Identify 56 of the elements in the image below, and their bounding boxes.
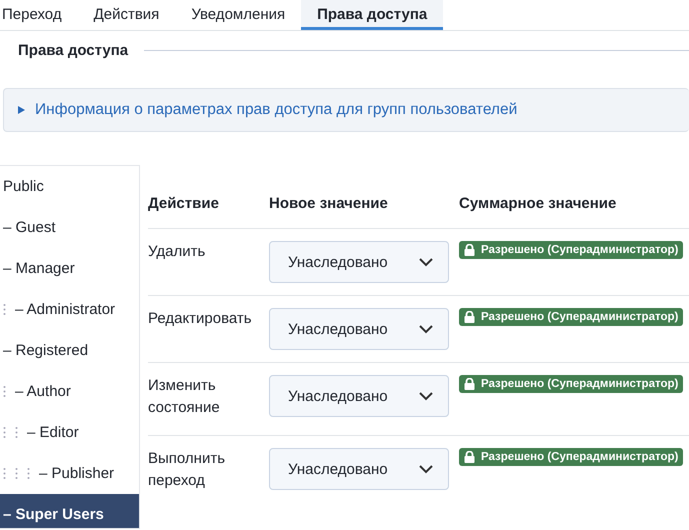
dots-icon <box>3 426 6 439</box>
action-label: Редактировать <box>148 309 253 329</box>
group-item[interactable]: – Author <box>0 371 139 412</box>
chevron-down-icon <box>418 464 434 474</box>
status-badge: Разрешено (Суперадминистратор) <box>459 241 684 259</box>
dots-icon <box>3 467 6 480</box>
action-label: Изменить состояние <box>148 376 221 418</box>
info-panel[interactable]: Информация о параметрах прав доступа для групп пользователей <box>3 88 689 132</box>
group-item[interactable]: – Super Users <box>0 494 139 528</box>
group-item[interactable]: – Manager <box>0 248 139 289</box>
status-badge: Разрешено (Суперадминистратор) <box>459 448 684 466</box>
lock-icon <box>464 244 475 256</box>
group-item[interactable]: – Publisher <box>0 453 139 494</box>
tab[interactable]: Действия <box>78 0 176 30</box>
action-label: Удалить <box>148 242 206 262</box>
tab[interactable]: Права доступа <box>301 0 444 30</box>
group-label: – Publisher <box>39 465 114 482</box>
caret-icon <box>18 106 25 114</box>
group-label: – Manager <box>3 260 75 277</box>
column-header: Действие <box>148 195 220 214</box>
column-header: Суммарное значение <box>459 195 618 214</box>
dots-icon <box>15 467 18 480</box>
select-field[interactable]: Унаследовано <box>269 375 449 417</box>
column-header: Новое значение <box>269 195 389 214</box>
select-field[interactable]: Унаследовано <box>269 308 449 350</box>
status-badge: Разрешено (Суперадминистратор) <box>459 375 684 393</box>
info-link[interactable]: Информация о параметрах прав доступа для групп пользователей <box>35 101 518 119</box>
dots-icon <box>3 385 6 398</box>
group-item[interactable]: – Guest <box>0 207 139 248</box>
group-label: Public <box>3 178 44 195</box>
action-label: Выполнить переход <box>148 449 226 491</box>
dots-icon <box>3 303 6 316</box>
tab[interactable]: Переход <box>0 0 78 30</box>
chevron-down-icon <box>418 257 434 267</box>
chevron-down-icon <box>418 391 434 401</box>
lock-icon <box>464 378 475 390</box>
group-label: – Super Users <box>3 506 104 523</box>
tab[interactable]: Уведомления <box>175 0 302 30</box>
lock-icon <box>464 311 475 323</box>
dots-icon <box>27 467 30 480</box>
group-item[interactable]: Public <box>0 166 139 207</box>
lock-icon <box>464 451 475 463</box>
select-field[interactable]: Унаследовано <box>269 241 449 283</box>
group-item[interactable]: – Editor <box>0 412 139 453</box>
select-field[interactable]: Унаследовано <box>269 448 449 490</box>
status-badge: Разрешено (Суперадминистратор) <box>459 308 684 326</box>
chevron-down-icon <box>418 324 434 334</box>
section-title: Права доступа <box>17 42 130 58</box>
group-label: – Registered <box>3 342 88 359</box>
group-label: – Editor <box>27 424 79 441</box>
group-label: – Guest <box>3 219 56 236</box>
group-label: – Administrator <box>15 301 116 318</box>
group-item[interactable]: – Administrator <box>0 289 139 330</box>
dots-icon <box>15 426 18 439</box>
group-label: – Author <box>15 383 71 400</box>
group-item[interactable]: – Registered <box>0 330 139 371</box>
